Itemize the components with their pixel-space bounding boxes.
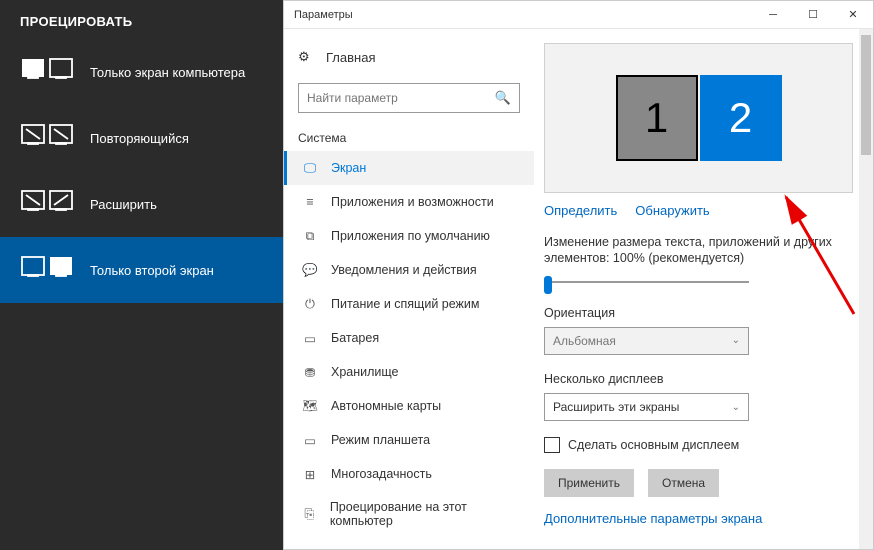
battery-icon: ▭ (301, 330, 319, 346)
scale-label: Изменение размера текста, приложений и д… (544, 234, 853, 267)
settings-sidebar: ⚙ Главная 🔍 Система 🖵 Экран ≡ Приложения и… (284, 29, 534, 549)
label: Только второй экран (90, 263, 214, 278)
nav-label: Многозадачность (331, 467, 432, 481)
nav-notifications[interactable]: 💬 Уведомления и действия (284, 253, 534, 287)
home-label: Главная (326, 50, 375, 65)
multiple-displays-label: Несколько дисплеев (544, 371, 853, 387)
label: Повторяющийся (90, 131, 189, 146)
minimize-button[interactable]: ─ (753, 1, 793, 29)
apply-button[interactable]: Применить (544, 469, 634, 497)
nav-label: Приложения по умолчанию (331, 229, 490, 243)
maps-icon: 🗺 (301, 398, 319, 414)
search-box[interactable]: 🔍 (298, 83, 520, 113)
nav-apps[interactable]: ≡ Приложения и возможности (284, 185, 534, 219)
display-settings-content: 1 2 Определить Обнаружить Изменение разм… (534, 29, 873, 549)
nav-label: Питание и спящий режим (331, 297, 479, 311)
second-only-icon (20, 253, 76, 287)
make-main-checkbox-row[interactable]: Сделать основным дисплеем (544, 437, 853, 453)
settings-window: Параметры ─ ☐ ✕ ⚙ Главная 🔍 Система 🖵Экр (283, 0, 874, 550)
slider-track (544, 281, 749, 283)
nav-power[interactable]: ⏻ Питание и спящий режим (284, 287, 534, 321)
duplicate-icon (20, 121, 76, 155)
label: Расширить (90, 197, 157, 212)
make-main-label: Сделать основным дисплеем (568, 438, 739, 452)
project-option-pc-only[interactable]: Только экран компьютера (0, 39, 283, 105)
default-apps-icon: ⧉ (301, 228, 319, 244)
detect-link[interactable]: Обнаружить (635, 203, 709, 218)
display-1[interactable]: 1 (616, 75, 698, 161)
titlebar: Параметры ─ ☐ ✕ (284, 1, 873, 29)
nav-storage[interactable]: ⛃ Хранилище (284, 355, 534, 389)
project-option-extend[interactable]: Расширить (0, 171, 283, 237)
gear-icon: ⚙ (298, 49, 316, 65)
tablet-icon: ▭ (301, 432, 319, 448)
nav-label: Батарея (331, 331, 379, 345)
nav-multitask[interactable]: ⊞ Многозадачность (284, 457, 534, 491)
nav-label: Уведомления и действия (331, 263, 477, 277)
apps-icon: ≡ (301, 194, 319, 210)
project-title: ПРОЕЦИРОВАТЬ (0, 0, 283, 39)
home-link[interactable]: ⚙ Главная (284, 43, 534, 71)
search-input[interactable] (307, 91, 495, 105)
nav-label: Проецирование на этот компьютер (330, 500, 520, 528)
slider-thumb[interactable] (544, 276, 552, 294)
display-preview[interactable]: 1 2 (544, 43, 853, 193)
nav-label: Приложения и возможности (331, 195, 494, 209)
orientation-value: Альбомная (553, 334, 616, 348)
nav-label: Режим планшета (331, 433, 430, 447)
nav-label: Автономные карты (331, 399, 441, 413)
orientation-dropdown[interactable]: Альбомная ⌄ (544, 327, 749, 355)
notifications-icon: 💬 (301, 262, 319, 278)
search-icon: 🔍 (495, 90, 511, 106)
nav-tablet[interactable]: ▭ Режим планшета (284, 423, 534, 457)
project-option-second-only[interactable]: Только второй экран (0, 237, 283, 303)
orientation-label: Ориентация (544, 305, 853, 321)
display-2[interactable]: 2 (700, 75, 782, 161)
category-title: Система (284, 123, 534, 151)
chevron-down-icon: ⌄ (732, 402, 740, 413)
cancel-button[interactable]: Отмена (648, 469, 719, 497)
project-panel: ПРОЕЦИРОВАТЬ Только экран компьютера Пов… (0, 0, 283, 550)
chevron-down-icon: ⌄ (732, 335, 740, 346)
nav-default-apps[interactable]: ⧉ Приложения по умолчанию (284, 219, 534, 253)
close-button[interactable]: ✕ (833, 1, 873, 29)
nav-projecting[interactable]: ⎘ Проецирование на этот компьютер (284, 491, 534, 537)
label: Только экран компьютера (90, 65, 245, 80)
projecting-icon: ⎘ (301, 506, 318, 522)
advanced-display-link[interactable]: Дополнительные параметры экрана (544, 511, 762, 526)
scale-slider[interactable] (544, 273, 749, 291)
nav-maps[interactable]: 🗺 Автономные карты (284, 389, 534, 423)
nav-label: Экран (331, 161, 366, 175)
checkbox[interactable] (544, 437, 560, 453)
project-list: Только экран компьютера Повторяющийся Ра… (0, 39, 283, 303)
multiple-displays-value: Расширить эти экраны (553, 400, 679, 414)
multitask-icon: ⊞ (301, 466, 319, 482)
nav-battery[interactable]: ▭ Батарея (284, 321, 534, 355)
multiple-displays-dropdown[interactable]: Расширить эти экраны ⌄ (544, 393, 749, 421)
nav: 🖵 Экран ≡ Приложения и возможности ⧉ Прилож… (284, 151, 534, 537)
display-icon: 🖵 (301, 160, 319, 176)
storage-icon: ⛃ (301, 364, 319, 380)
nav-display[interactable]: 🖵 Экран (284, 151, 534, 185)
pc-only-icon (20, 55, 76, 89)
window-title: Параметры (284, 9, 753, 21)
maximize-button[interactable]: ☐ (793, 1, 833, 29)
extend-icon (20, 187, 76, 221)
nav-label: Хранилище (331, 365, 399, 379)
identify-link[interactable]: Определить (544, 203, 617, 218)
project-option-duplicate[interactable]: Повторяющийся (0, 105, 283, 171)
power-icon: ⏻ (301, 296, 319, 312)
